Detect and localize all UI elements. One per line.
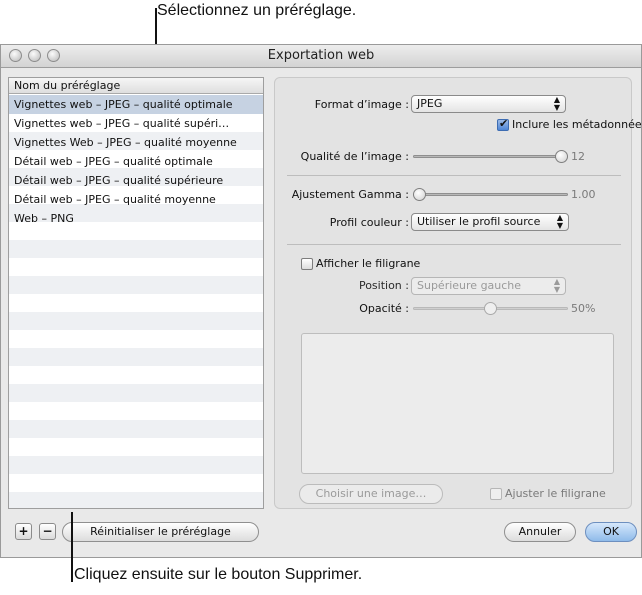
title-bar[interactable]: Exportation web (1, 45, 641, 68)
watermark-image-well[interactable] (301, 333, 614, 474)
callout-delete-button: Cliquez ensuite sur le bouton Supprimer. (74, 566, 363, 583)
show-watermark-checkbox[interactable] (301, 258, 313, 270)
opacity-label: Opacité : (359, 302, 409, 315)
scale-watermark-checkbox[interactable] (490, 488, 502, 500)
preset-list-item[interactable]: Vignettes Web – JPEG – qualité moyenne (9, 133, 263, 152)
add-preset-button[interactable]: + (15, 523, 32, 540)
preset-list-item[interactable]: Vignettes web – JPEG – qualité supéri… (9, 114, 263, 133)
color-profile-label: Profil couleur : (329, 216, 409, 229)
position-label: Position : (358, 279, 409, 292)
gamma-value: 1.00 (571, 188, 596, 201)
preset-list-item[interactable]: Détail web – JPEG – qualité moyenne (9, 190, 263, 209)
color-profile-value: Utiliser le profil source (417, 215, 541, 228)
image-format-popup[interactable]: JPEG ▲ ▼ (411, 95, 566, 113)
scale-watermark-label: Ajuster le filigrane (505, 487, 606, 500)
image-quality-value: 12 (571, 150, 585, 163)
preset-list-item[interactable]: Détail web – JPEG – qualité optimale (9, 152, 263, 171)
gamma-label: Ajustement Gamma : (291, 188, 409, 201)
popup-arrows-icon: ▲ ▼ (556, 213, 563, 230)
position-value: Supérieure gauche (417, 279, 522, 292)
preset-list-item[interactable]: Vignettes web – JPEG – qualité optimale (9, 95, 263, 114)
window-title: Exportation web (267, 48, 375, 63)
reset-preset-button[interactable]: Réinitialiser le préréglage (62, 522, 259, 542)
opacity-slider-thumb[interactable] (484, 302, 497, 315)
choose-image-button[interactable]: Choisir une image… (299, 484, 443, 504)
section-divider (287, 244, 621, 245)
callout-pointer-bottom (71, 512, 73, 582)
export-web-window: Exportation web Nom du préréglage Vignet… (0, 44, 642, 558)
include-metadata-label: Inclure les métadonnées (512, 118, 642, 131)
image-quality-label: Qualité de l’image : (300, 150, 409, 163)
preset-list[interactable]: Nom du préréglage Vignettes web – JPEG –… (8, 77, 264, 509)
image-quality-slider-track[interactable] (413, 155, 568, 158)
preset-list-item[interactable]: Détail web – JPEG – qualité supérieure (9, 171, 263, 190)
gamma-slider-thumb[interactable] (413, 188, 426, 201)
opacity-value: 50% (571, 302, 596, 315)
popup-arrows-icon: ▲ ▼ (553, 277, 560, 294)
image-format-label: Format d’image : (314, 98, 409, 111)
color-profile-popup[interactable]: Utiliser le profil source ▲ ▼ (411, 213, 569, 231)
section-divider (287, 175, 621, 176)
show-watermark-label: Afficher le filigrane (316, 257, 421, 270)
position-popup[interactable]: Supérieure gauche ▲ ▼ (411, 277, 566, 295)
callout-select-preset: Sélectionnez un préréglage. (157, 2, 357, 19)
ok-button[interactable]: OK (585, 522, 637, 542)
settings-panel: Format d’image : JPEG ▲▼ Inclure les mét… (274, 77, 642, 509)
image-format-value: JPEG (417, 97, 443, 110)
remove-preset-button[interactable]: − (39, 523, 56, 540)
popup-arrows-icon: ▲ ▼ (553, 95, 560, 112)
gamma-slider-track[interactable] (413, 193, 568, 196)
cancel-button[interactable]: Annuler (504, 522, 576, 542)
image-quality-slider-thumb[interactable] (555, 150, 568, 163)
preset-list-header[interactable]: Nom du préréglage (9, 78, 263, 94)
preset-list-item[interactable]: Web – PNG (9, 209, 263, 228)
include-metadata-checkbox[interactable] (497, 117, 509, 131)
